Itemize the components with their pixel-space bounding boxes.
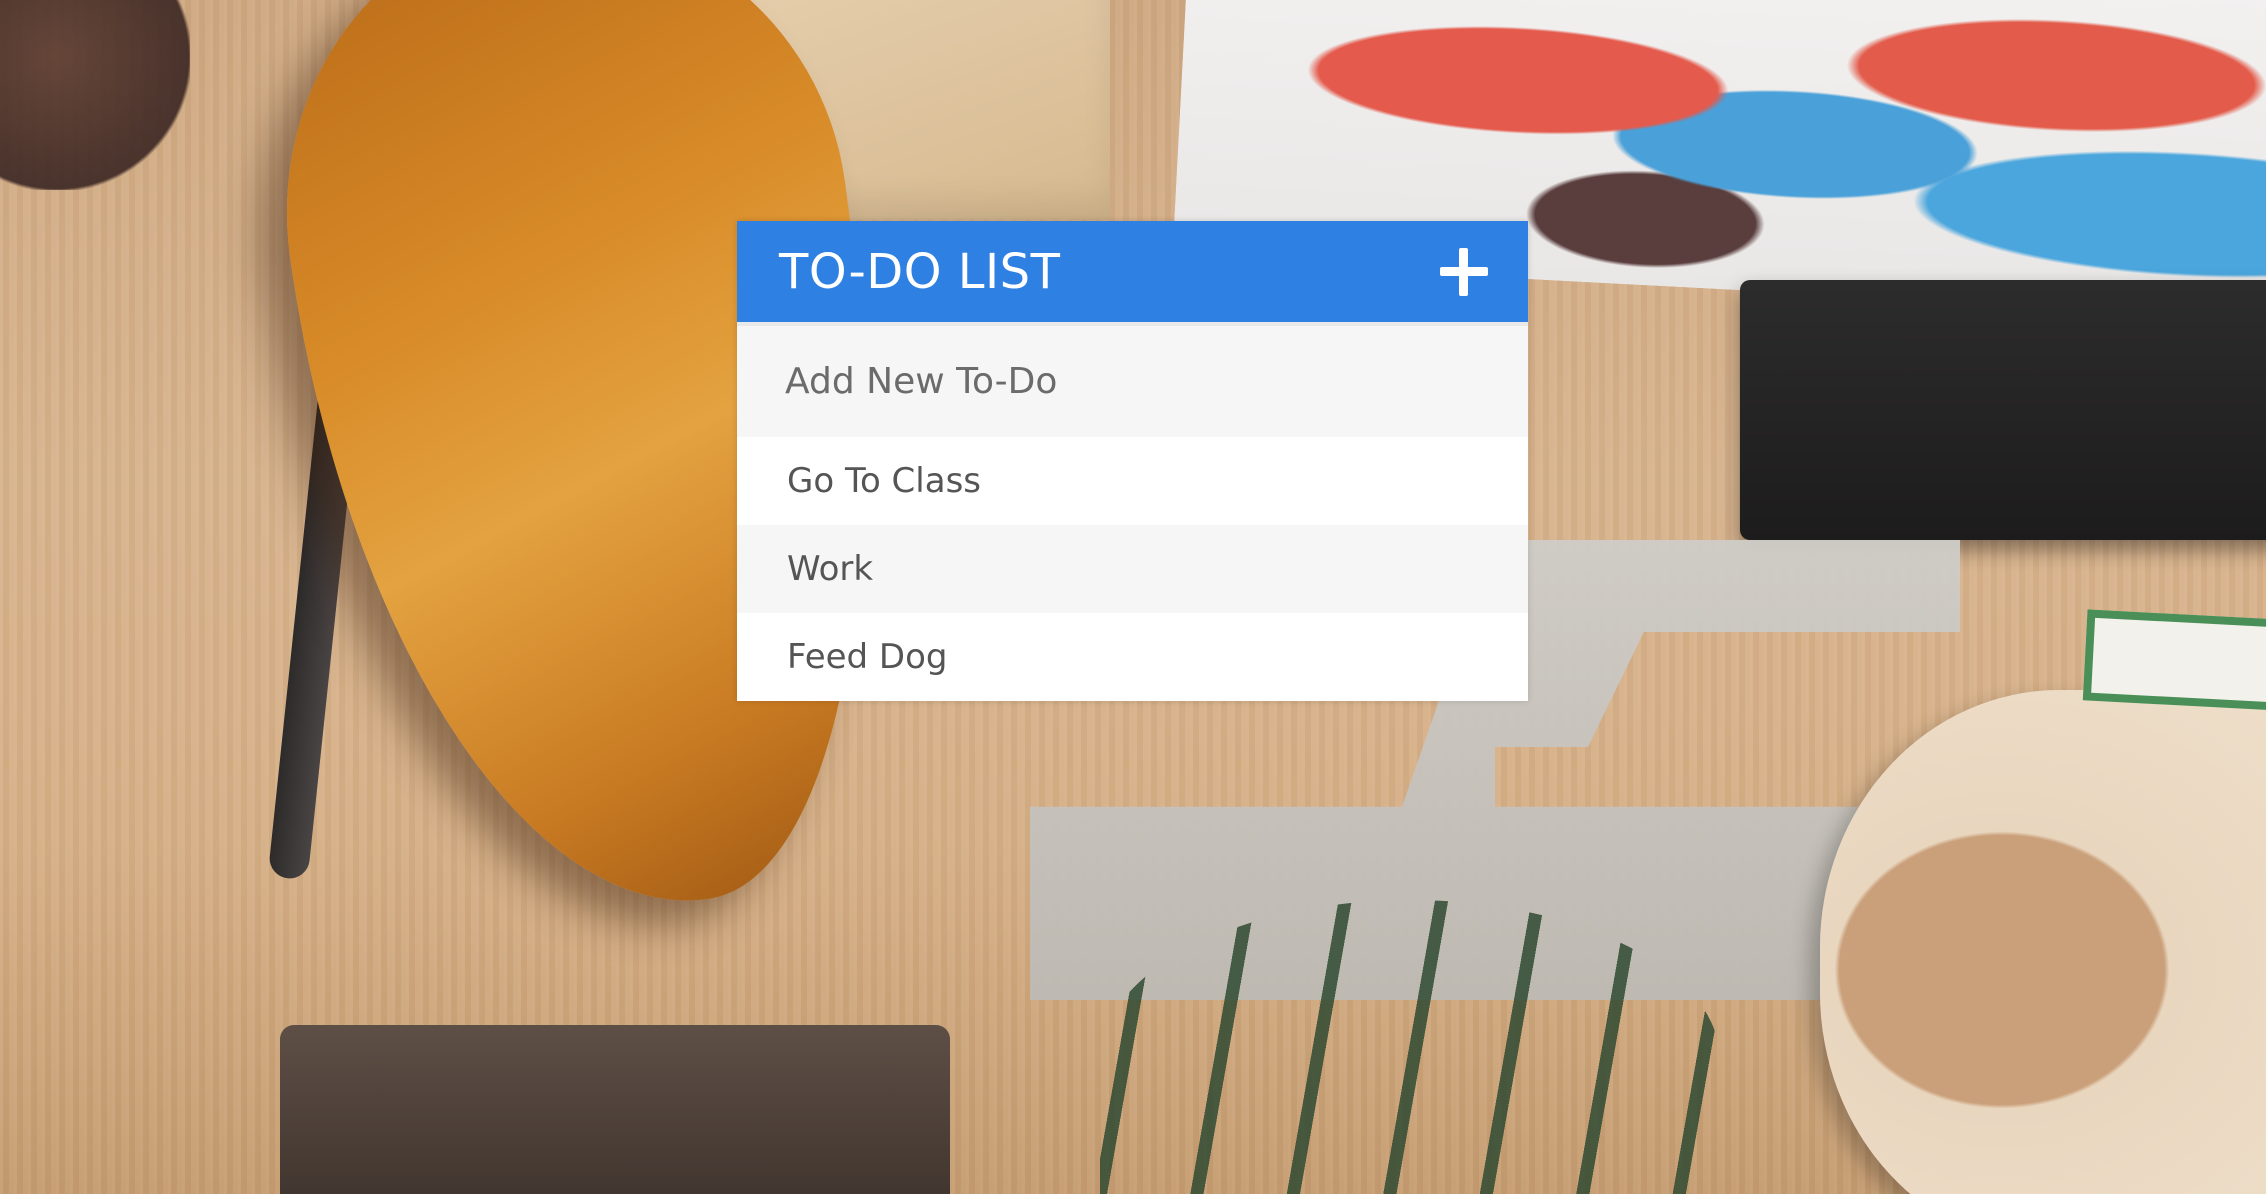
todo-item[interactable]: Feed Dog [737,613,1528,701]
background-object [1820,690,2266,1194]
todo-header: TO-DO LIST [737,221,1528,322]
todo-item[interactable]: Go To Class [737,437,1528,525]
todo-widget: TO-DO LIST Go To Class Work Feed Dog [737,221,1528,701]
todo-list: Go To Class Work Feed Dog [737,437,1528,701]
background-object [280,1025,950,1194]
background-object [2082,609,2266,712]
background-object [1740,280,2266,540]
todo-item[interactable]: Work [737,525,1528,613]
page-title: TO-DO LIST [779,243,1061,300]
new-todo-input[interactable] [737,322,1528,437]
plus-icon[interactable] [1440,247,1488,296]
background-object [0,0,190,190]
